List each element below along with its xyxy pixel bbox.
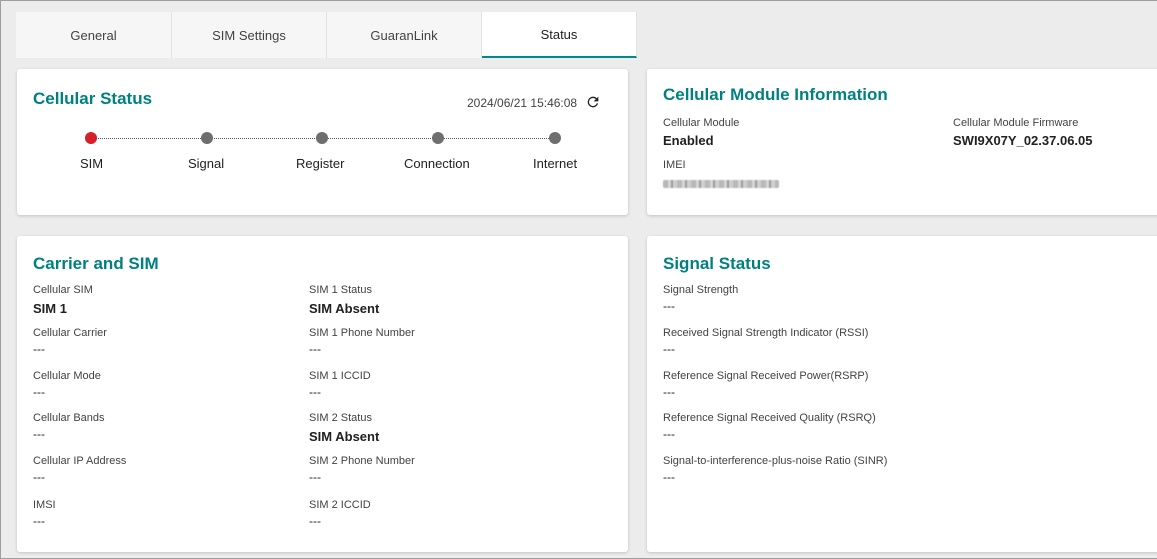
status-timestamp: 2024/06/21 15:46:08 — [467, 96, 578, 110]
sim2-phone-value: --- — [309, 470, 321, 484]
step-label-sim: SIM — [80, 156, 104, 171]
rsrq-label: Reference Signal Received Quality (RSRQ) — [663, 412, 876, 424]
cellular-mode-label: Cellular Mode — [33, 370, 101, 382]
module-info-title: Cellular Module Information — [663, 85, 888, 104]
imsi-label: IMSI — [33, 499, 56, 511]
tab-status[interactable]: Status — [482, 12, 637, 58]
sim2-status-label: SIM 2 Status — [309, 412, 372, 424]
cellular-carrier-value: --- — [33, 342, 45, 356]
cellular-status-title: Cellular Status — [33, 89, 153, 108]
tab-sim-settings[interactable]: SIM Settings — [172, 12, 327, 58]
sim2-iccid-value: --- — [309, 514, 321, 528]
signal-strength-value: --- — [663, 299, 675, 313]
refresh-icon[interactable] — [585, 94, 601, 110]
module-firmware-value: SWI9X07Y_02.37.06.05 — [953, 133, 1093, 148]
cellular-ip-label: Cellular IP Address — [33, 455, 127, 467]
imei-value-redacted — [663, 180, 779, 188]
cellular-module-value: Enabled — [663, 133, 714, 148]
imsi-value: --- — [33, 514, 45, 528]
status-dot-register — [316, 132, 328, 144]
module-firmware-label: Cellular Module Firmware — [953, 117, 1079, 129]
sim1-phone-value: --- — [309, 342, 321, 356]
cellular-bands-value: --- — [33, 427, 45, 441]
step-label-connection: Connection — [404, 156, 470, 171]
status-dot-sim — [85, 132, 97, 144]
tab-bar-filler — [637, 12, 1157, 58]
rsrp-value: --- — [663, 385, 675, 399]
sim1-status-label: SIM 1 Status — [309, 284, 372, 296]
cellular-bands-label: Cellular Bands — [33, 412, 105, 424]
status-dot-connection — [432, 132, 444, 144]
signal-strength-label: Signal Strength — [663, 284, 739, 296]
tab-bar: General SIM Settings GuaranLink Status — [16, 12, 1157, 58]
rssi-label: Received Signal Strength Indicator (RSSI… — [663, 327, 869, 339]
rssi-value: --- — [663, 342, 675, 356]
cellular-mode-value: --- — [33, 385, 45, 399]
sim2-iccid-label: SIM 2 ICCID — [309, 499, 371, 511]
cellular-sim-label: Cellular SIM — [33, 284, 93, 296]
sim2-status-value: SIM Absent — [309, 429, 380, 444]
cellular-sim-value: SIM 1 — [33, 301, 67, 316]
tab-general[interactable]: General — [16, 12, 172, 58]
cellular-ip-value: --- — [33, 470, 45, 484]
rsrq-value: --- — [663, 427, 675, 441]
sim2-phone-label: SIM 2 Phone Number — [309, 455, 415, 467]
carrier-sim-title: Carrier and SIM — [33, 254, 159, 273]
sim1-phone-label: SIM 1 Phone Number — [309, 327, 415, 339]
sinr-label: Signal-to-interference-plus-noise Ratio … — [663, 455, 888, 467]
sim1-iccid-label: SIM 1 ICCID — [309, 370, 371, 382]
cellular-carrier-label: Cellular Carrier — [33, 327, 107, 339]
tab-guaranlink[interactable]: GuaranLink — [327, 12, 482, 58]
status-dot-internet — [549, 132, 561, 144]
sim1-status-value: SIM Absent — [309, 301, 380, 316]
sim1-iccid-value: --- — [309, 385, 321, 399]
status-dot-signal — [201, 132, 213, 144]
step-label-internet: Internet — [533, 156, 578, 171]
sinr-value: --- — [663, 470, 675, 484]
signal-status-title: Signal Status — [663, 254, 771, 273]
imei-label: IMEI — [663, 159, 686, 171]
rsrp-label: Reference Signal Received Power(RSRP) — [663, 370, 869, 382]
step-label-register: Register — [296, 156, 345, 171]
step-label-signal: Signal — [188, 156, 225, 171]
cellular-module-label: Cellular Module — [663, 117, 740, 129]
